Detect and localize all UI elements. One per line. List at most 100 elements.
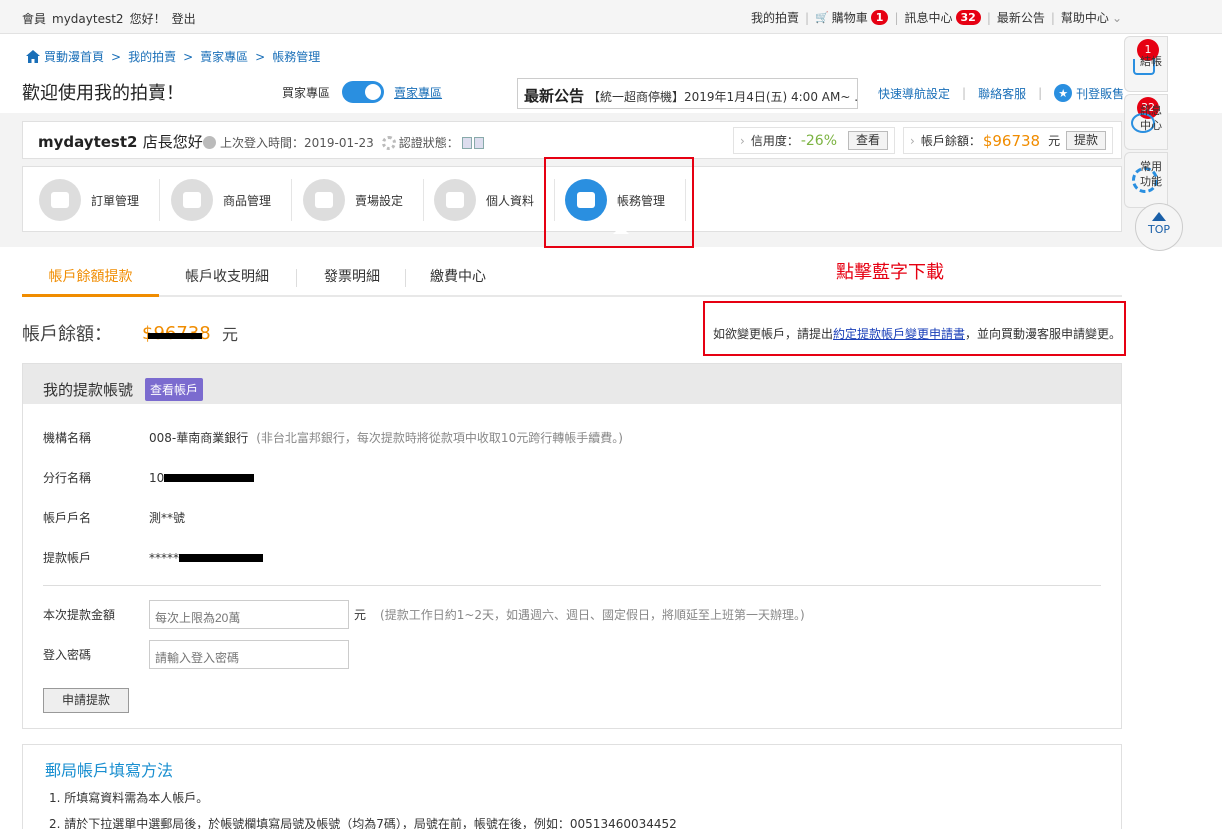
post-office-item: 2. 請於下拉選單中選郵局後，於帳號欄填寫局號及帳號（均為7碼），局號在前，帳號… <box>49 817 677 829</box>
panel-title: 我的提款帳號 <box>43 380 134 399</box>
breadcrumb-seller-zone[interactable]: 賣家專區 <box>200 48 248 65</box>
greeting: 您好！ <box>129 12 166 26</box>
logout-link[interactable]: 登出 <box>172 12 196 26</box>
member-greeting: 會員 mydaytest2 您好！ 登出 <box>22 10 196 27</box>
balance-box-label: 帳戶餘額： <box>920 134 981 148</box>
float-messages-button[interactable]: 32 訊息 中心 <box>1124 94 1168 150</box>
post-office-section: 郵局帳戶填寫方法 1. 所填寫資料需為本人帳戶。 2. 請於下拉選單中選郵局後，… <box>22 744 1122 829</box>
password-label: 登入密碼 <box>43 648 92 662</box>
top-label: TOP <box>1147 223 1170 236</box>
help-label: 幫助中心 <box>1060 11 1109 25</box>
nav-store-settings[interactable]: 賣場設定 <box>303 179 403 221</box>
store-name: mydaytest2 <box>38 133 138 151</box>
breadcrumb: 買動漫首頁 > 我的拍賣 > 賣家專區 > 帳務管理 <box>26 48 320 65</box>
truck-icon <box>39 179 81 221</box>
home-icon <box>26 50 40 63</box>
view-account-button[interactable]: 查看帳戶 <box>145 377 204 401</box>
bank-row: 機構名稱 008-華南商業銀行 (非台北富邦銀行，每次提款時將從款項中收取10元… <box>43 429 623 446</box>
bag-icon <box>171 179 213 221</box>
cart-link[interactable]: 🛒 購物車 1 <box>815 9 889 26</box>
balance-display: 帳戶餘額： $96738 元 <box>22 320 238 346</box>
news-title: 最新公告 <box>524 87 585 105</box>
balance-box-value: $96738 <box>982 131 1041 150</box>
messages-float-label-2: 中心 <box>1140 119 1162 132</box>
chevron-right-icon: › <box>740 133 745 148</box>
arrow-up-icon <box>1152 212 1166 221</box>
checkout-label: 結帳 <box>1140 55 1162 68</box>
divider <box>43 585 1101 586</box>
breadcrumb-my-auction[interactable]: 我的拍賣 <box>128 48 176 65</box>
store-greeting: mydaytest2 店長您好 <box>38 131 203 152</box>
common-label-1: 常用 <box>1140 160 1162 173</box>
quick-links: 快速導航設定 | 聯絡客服 | ★ 刊登販售 <box>878 84 1125 102</box>
withdraw-button[interactable]: 提款 <box>1065 131 1106 150</box>
messages-label: 訊息中心 <box>904 11 953 25</box>
tab-balance-withdraw[interactable]: 帳戶餘額提款 <box>22 259 159 297</box>
float-checkout-button[interactable]: 1 結帳 <box>1124 36 1168 92</box>
announcements-link[interactable]: 最新公告 <box>997 9 1045 26</box>
auth-status-label: 認證狀態： <box>398 136 459 150</box>
messages-count-badge: 32 <box>955 10 981 25</box>
chevron-down-icon: ⌄ <box>1111 10 1122 25</box>
panel-header: 我的提款帳號 查看帳戶 <box>23 364 1121 404</box>
breadcrumb-home[interactable]: 買動漫首頁 <box>44 48 104 65</box>
quick-nav-settings-link[interactable]: 快速導航設定 <box>878 85 950 102</box>
bank-label: 機構名稱 <box>43 431 92 445</box>
tab-transactions[interactable]: 帳戶收支明細 <box>162 259 292 297</box>
seller-zone-label[interactable]: 賣家專區 <box>394 84 442 101</box>
post-item-link[interactable]: ★ 刊登販售 <box>1054 84 1124 102</box>
amount-input[interactable] <box>149 600 349 629</box>
balance-unit: 元 <box>222 325 239 344</box>
holder-row: 帳戶戶名 測**號 <box>43 509 185 526</box>
redaction-bar <box>164 473 255 482</box>
credit-label: 信用度： <box>750 134 799 148</box>
highlight-box-link <box>703 301 1126 356</box>
nav-products-label: 商品管理 <box>223 193 272 208</box>
holder-label: 帳戶戶名 <box>43 511 92 525</box>
breadcrumb-accounts[interactable]: 帳務管理 <box>272 48 320 65</box>
float-common-button[interactable]: 常用 功能 <box>1124 152 1168 208</box>
branch-value: 10 <box>149 470 165 485</box>
holder-value: 測**號 <box>149 511 186 525</box>
gear-icon <box>303 179 345 221</box>
store-info-bar: mydaytest2 店長您好 上次登入時間：2019-01-23 認證狀態： … <box>22 121 1122 159</box>
account-number-row: 提款帳戶 ***** <box>43 549 263 566</box>
username[interactable]: mydaytest2 <box>52 12 124 26</box>
contact-support-link[interactable]: 聯絡客服 <box>978 85 1026 102</box>
password-row: 登入密碼 <box>43 640 349 669</box>
nav-profile[interactable]: 個人資料 <box>434 179 534 221</box>
withdraw-account-panel: 我的提款帳號 查看帳戶 機構名稱 008-華南商業銀行 (非台北富邦銀行，每次提… <box>22 363 1122 729</box>
amount-row: 本次提款金額 元 (提款工作日約1~2天，如遇週六、週日、國定假日，將順延至上班… <box>43 600 805 629</box>
highlight-box-nav <box>544 157 694 248</box>
news-ticker[interactable]: 最新公告 【統一超商停機】2019年1月4日(五) 4:00 AM~ ... <box>517 78 858 109</box>
cart-count-badge: 1 <box>870 10 889 25</box>
common-label-2: 功能 <box>1140 175 1162 188</box>
amount-unit: 元 <box>354 608 367 622</box>
star-icon: ★ <box>1054 84 1073 102</box>
store-suffix: 店長您好 <box>142 133 203 151</box>
back-to-top-button[interactable]: TOP <box>1135 203 1183 251</box>
help-link[interactable]: 幫助中心 ⌄ <box>1061 9 1122 26</box>
nav-orders[interactable]: 訂單管理 <box>39 179 139 221</box>
zone-switch[interactable] <box>342 81 385 103</box>
news-text[interactable]: 【統一超商停機】2019年1月4日(五) 4:00 AM~ ... <box>588 90 857 104</box>
buyer-zone-label[interactable]: 買家專區 <box>282 84 330 101</box>
cart-icon: 🛒 <box>815 11 829 24</box>
messages-link[interactable]: 訊息中心 32 <box>904 9 981 26</box>
balance-amount: $96738 <box>142 323 222 344</box>
balance-box: › 帳戶餘額： $96738 元 提款 <box>903 127 1113 154</box>
nav-store-settings-label: 賣場設定 <box>355 193 404 208</box>
redaction-bar <box>179 553 263 562</box>
tab-payment-center[interactable]: 繳費中心 <box>410 259 506 297</box>
apply-withdraw-button[interactable]: 申請提款 <box>43 688 129 713</box>
my-auction-link[interactable]: 我的拍賣 <box>751 9 799 26</box>
tab-invoices[interactable]: 發票明細 <box>302 259 402 297</box>
member-prefix: 會員 <box>22 12 47 26</box>
balance-box-unit: 元 <box>1048 134 1061 148</box>
person-icon <box>434 179 476 221</box>
credit-check-button[interactable]: 查看 <box>847 131 888 150</box>
verification-icon <box>381 135 396 150</box>
password-input[interactable] <box>149 640 349 669</box>
credit-value: -26% <box>800 132 837 149</box>
nav-products[interactable]: 商品管理 <box>171 179 271 221</box>
